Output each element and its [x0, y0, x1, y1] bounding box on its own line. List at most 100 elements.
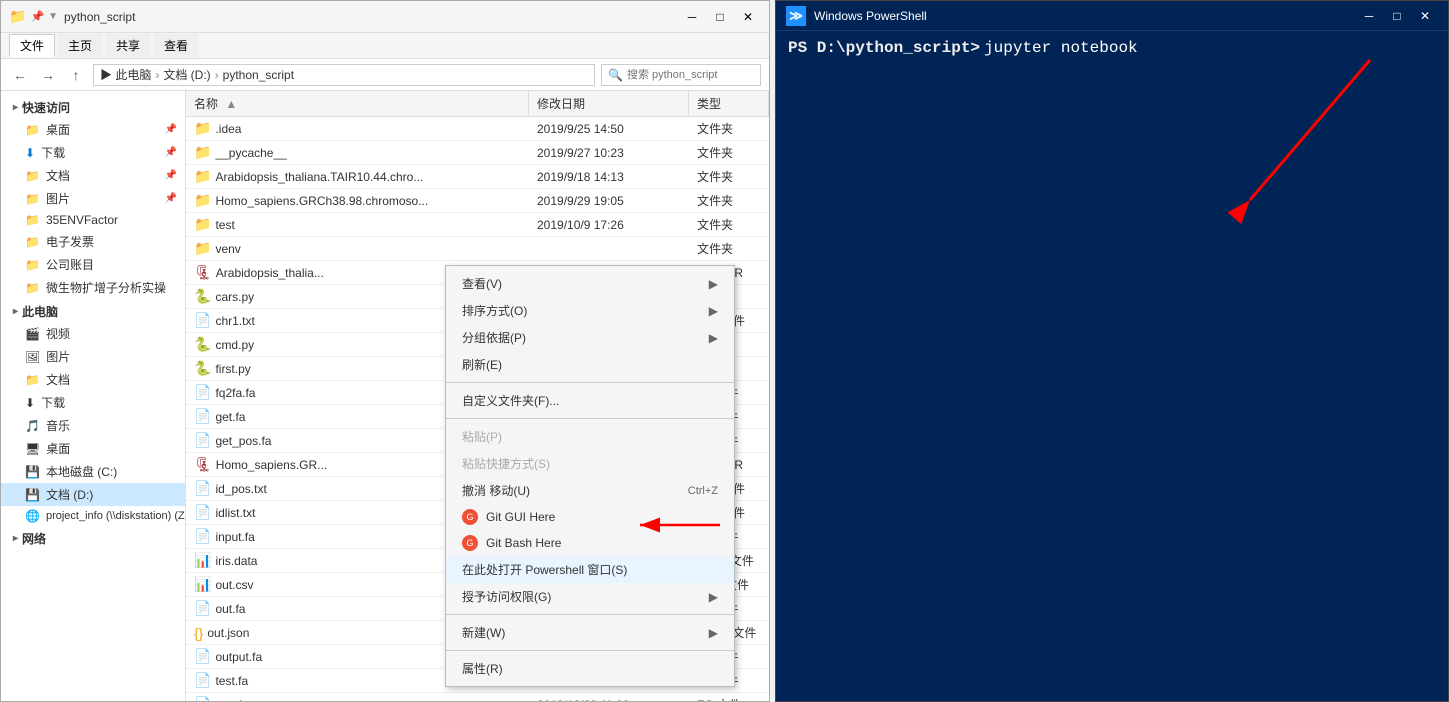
menu-item-left: G Git GUI Here: [462, 509, 555, 525]
menu-item[interactable]: 自定义文件夹(F)...: [446, 387, 734, 414]
address-bar: ← → ↑ ▶ 此电脑 › 文档 (D:) › python_script 🔍: [1, 59, 769, 91]
sort-arrow: ▲: [225, 97, 237, 111]
file-row[interactable]: 📄 test.fq 2019/10/29 11:09 FQ 文件: [186, 693, 769, 701]
file-cell-modified: [529, 237, 689, 260]
menu-label: 撤消 移动(U): [462, 482, 530, 499]
menu-item-left: 分组依据(P): [462, 329, 526, 346]
sidebar-section-quick-access[interactable]: 快速访问: [1, 95, 185, 118]
forward-button[interactable]: →: [37, 64, 59, 86]
folder-icon-35env: 📁: [25, 213, 40, 227]
file-row[interactable]: 📁 test 2019/10/9 17:26 文件夹: [186, 213, 769, 237]
file-row[interactable]: 📁 Arabidopsis_thaliana.TAIR10.44.chro...…: [186, 165, 769, 189]
menu-item[interactable]: 刷新(E): [446, 351, 734, 378]
file-row[interactable]: 📁 Homo_sapiens.GRCh38.98.chromoso... 201…: [186, 189, 769, 213]
menu-label: 分组依据(P): [462, 329, 526, 346]
sidebar-item-downloads[interactable]: ⬇ 下载: [1, 391, 185, 414]
path-sep-1: ›: [155, 68, 159, 82]
sidebar-item-35env[interactable]: 📁 35ENVFactor: [1, 210, 185, 230]
tab-home[interactable]: 主页: [57, 34, 103, 57]
images-icon: 🖼: [25, 350, 40, 364]
file-icon: 🐍: [194, 360, 211, 377]
drive-icon-z: 🌐: [25, 509, 40, 523]
dl-icon-pc: ⬇: [25, 396, 35, 410]
file-row[interactable]: 📁 __pycache__ 2019/9/27 10:23 文件夹: [186, 141, 769, 165]
up-button[interactable]: ↑: [65, 64, 87, 86]
file-name: Arabidopsis_thaliana.TAIR10.44.chro...: [215, 170, 423, 184]
col-name[interactable]: 名称 ▲: [186, 91, 529, 116]
sidebar-item-images[interactable]: 🖼 图片: [1, 345, 185, 368]
sidebar-item-documents[interactable]: 📁 文档: [1, 368, 185, 391]
ps-app-icon: ≫: [786, 6, 806, 26]
menu-item[interactable]: 属性(R): [446, 655, 734, 682]
menu-item[interactable]: 粘贴快捷方式(S): [446, 450, 734, 477]
file-row[interactable]: 📁 venv 文件夹: [186, 237, 769, 261]
search-input[interactable]: [627, 69, 754, 81]
address-path[interactable]: ▶ 此电脑 › 文档 (D:) › python_script: [93, 64, 595, 86]
ps-maximize-button[interactable]: □: [1384, 6, 1410, 26]
menu-item[interactable]: 撤消 移动(U) Ctrl+Z: [446, 477, 734, 504]
menu-item-left: 粘贴快捷方式(S): [462, 455, 550, 472]
col-modified[interactable]: 修改日期: [529, 91, 689, 116]
sidebar-item-music[interactable]: 🎵 音乐: [1, 414, 185, 437]
desk-icon: 🖥: [25, 442, 40, 456]
menu-item[interactable]: 授予访问权限(G) ▶: [446, 583, 734, 610]
file-icon: 📄: [194, 384, 211, 401]
file-list-header: 名称 ▲ 修改日期 类型: [186, 91, 769, 117]
col-type[interactable]: 类型: [689, 91, 769, 116]
file-row[interactable]: 📁 .idea 2019/9/25 14:50 文件夹: [186, 117, 769, 141]
ps-minimize-button[interactable]: ─: [1356, 6, 1382, 26]
menu-item[interactable]: 查看(V) ▶: [446, 270, 734, 297]
sidebar-item-invoice[interactable]: 📁 电子发票: [1, 230, 185, 253]
sidebar-item-download[interactable]: ⬇ 下载 📌: [1, 141, 185, 164]
powershell-window: ≫ Windows PowerShell ─ □ ✕ PS D:\python_…: [775, 0, 1449, 702]
menu-item-left: 刷新(E): [462, 356, 502, 373]
search-box[interactable]: 🔍: [601, 64, 761, 86]
ps-close-button[interactable]: ✕: [1412, 6, 1438, 26]
tab-file[interactable]: 文件: [9, 34, 55, 57]
search-icon: 🔍: [608, 68, 623, 82]
menu-item-left: 授予访问权限(G): [462, 588, 551, 605]
file-icon: 📁: [194, 144, 211, 161]
close-button[interactable]: ✕: [735, 7, 761, 27]
menu-item[interactable]: G Git GUI Here: [446, 504, 734, 530]
title-bar-icons: 📁 📌 ▼: [9, 8, 58, 25]
git-icon: G: [462, 535, 478, 551]
dropdown-icon: ▼: [48, 11, 58, 22]
back-button[interactable]: ←: [9, 64, 31, 86]
sidebar-section-network[interactable]: 网络: [1, 526, 185, 549]
sidebar-section-this-pc[interactable]: 此电脑: [1, 299, 185, 322]
git-icon: G: [462, 509, 478, 525]
menu-label: 排序方式(O): [462, 302, 527, 319]
file-name: chr1.txt: [215, 314, 254, 328]
sidebar-item-pictures[interactable]: 📁 图片 📌: [1, 187, 185, 210]
sidebar-item-video[interactable]: 🎬 视频: [1, 322, 185, 345]
menu-label: Git GUI Here: [486, 510, 555, 524]
sidebar-item-micro[interactable]: 📁 微生物扩增子分析实操: [1, 276, 185, 299]
folder-icon-micro: 📁: [25, 281, 40, 295]
menu-item[interactable]: 在此处打开 Powershell 窗口(S): [446, 556, 734, 583]
sidebar-item-desk[interactable]: 🖥 桌面: [1, 437, 185, 460]
file-icon: 📄: [194, 312, 211, 329]
menu-separator: [446, 614, 734, 615]
file-name: out.fa: [215, 602, 245, 616]
menu-item[interactable]: 粘贴(P): [446, 423, 734, 450]
file-cell-type: 文件夹: [689, 213, 769, 236]
maximize-button[interactable]: □: [707, 7, 733, 27]
minimize-button[interactable]: ─: [679, 7, 705, 27]
sidebar-item-d-drive[interactable]: 💾 文档 (D:): [1, 483, 185, 506]
tab-share[interactable]: 共享: [105, 34, 151, 57]
sidebar-item-company[interactable]: 📁 公司账目: [1, 253, 185, 276]
tab-view[interactable]: 查看: [153, 34, 199, 57]
sidebar-item-z-drive[interactable]: 🌐 project_info (\\diskstation) (Z:): [1, 506, 185, 526]
menu-item[interactable]: 分组依据(P) ▶: [446, 324, 734, 351]
sidebar-item-docs[interactable]: 📁 文档 📌: [1, 164, 185, 187]
file-icon: 🐍: [194, 288, 211, 305]
menu-item[interactable]: 排序方式(O) ▶: [446, 297, 734, 324]
menu-item[interactable]: 新建(W) ▶: [446, 619, 734, 646]
menu-label: 自定义文件夹(F)...: [462, 392, 559, 409]
pin-icon: 📌: [165, 124, 177, 135]
file-name: .idea: [215, 122, 241, 136]
sidebar-item-desktop[interactable]: 📁 桌面 📌: [1, 118, 185, 141]
menu-item[interactable]: G Git Bash Here: [446, 530, 734, 556]
sidebar-item-c-drive[interactable]: 💾 本地磁盘 (C:): [1, 460, 185, 483]
